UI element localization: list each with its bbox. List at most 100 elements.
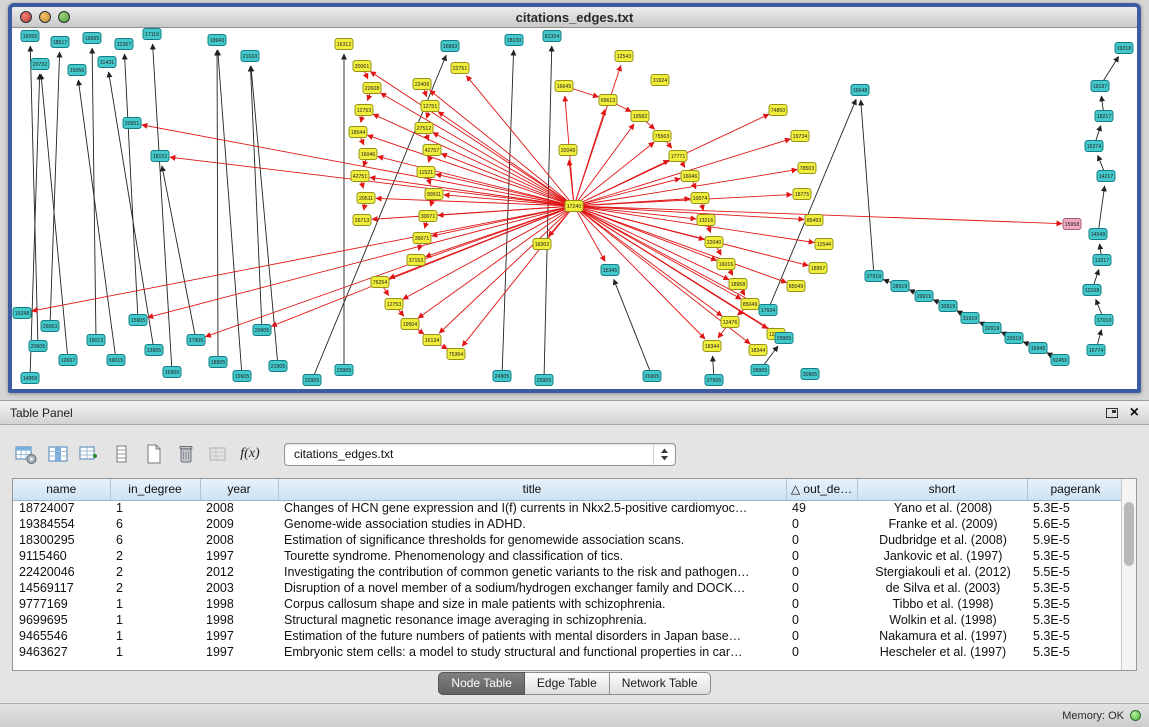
- graph-node[interactable]: 25905: [535, 375, 553, 386]
- graph-node[interactable]: 31919: [961, 313, 979, 324]
- float-panel-icon[interactable]: [1106, 408, 1118, 418]
- graph-edge[interactable]: [462, 206, 574, 346]
- cell[interactable]: 2008: [200, 532, 278, 548]
- cell[interactable]: 5.3E-5: [1027, 596, 1124, 612]
- table-row[interactable]: 911546021997Tourette syndrome. Phenomeno…: [13, 548, 1124, 564]
- graph-node[interactable]: 16905: [163, 367, 181, 378]
- graph-node[interactable]: 16274: [1085, 141, 1103, 152]
- graph-node[interactable]: 92450: [1051, 355, 1069, 366]
- cell[interactable]: Jankovic et al. (1997): [857, 548, 1027, 564]
- cell[interactable]: 0: [786, 516, 857, 532]
- graph-node[interactable]: 27919: [865, 271, 883, 282]
- cell[interactable]: 2003: [200, 580, 278, 596]
- column-header-year[interactable]: year: [200, 479, 278, 500]
- graph-node[interactable]: 17010: [1095, 315, 1113, 326]
- graph-node[interactable]: 13217: [1093, 255, 1111, 266]
- graph-node[interactable]: 18544: [349, 127, 367, 138]
- cell[interactable]: 5.5E-5: [1027, 564, 1124, 580]
- graph-node[interactable]: 18905: [209, 357, 227, 368]
- graph-node[interactable]: 32919: [983, 323, 1001, 334]
- cell[interactable]: 1997: [200, 644, 278, 660]
- graph-node[interactable]: 19318: [1115, 43, 1133, 54]
- graph-edge[interactable]: [41, 74, 68, 360]
- cell[interactable]: 1998: [200, 596, 278, 612]
- tab-edge-table[interactable]: Edge Table: [525, 672, 610, 695]
- graph-node[interactable]: 24905: [493, 371, 511, 382]
- graph-edge[interactable]: [614, 279, 652, 376]
- cell[interactable]: 1: [110, 612, 200, 628]
- graph-node[interactable]: 18344: [749, 345, 767, 356]
- cell[interactable]: 9777169: [13, 596, 110, 612]
- graph-edge[interactable]: [30, 74, 40, 378]
- cell[interactable]: Structural magnetic resonance image aver…: [278, 612, 786, 628]
- graph-node[interactable]: 21610: [241, 51, 259, 62]
- graph-node[interactable]: 19582: [631, 111, 649, 122]
- graph-node[interactable]: 37153: [407, 255, 425, 266]
- graph-node[interactable]: 19137: [1091, 81, 1109, 92]
- graph-node[interactable]: 18957: [809, 263, 827, 274]
- row-list-icon[interactable]: [108, 440, 136, 468]
- cell[interactable]: 9699695: [13, 612, 110, 628]
- function-builder-icon[interactable]: f(x): [236, 440, 264, 468]
- graph-node[interactable]: 22905: [303, 375, 321, 386]
- table-row[interactable]: 1456911722003Disruption of a novel membe…: [13, 580, 1124, 596]
- graph-node[interactable]: 19565: [83, 33, 101, 44]
- cell[interactable]: Dudbridge et al. (2008): [857, 532, 1027, 548]
- graph-edge[interactable]: [78, 80, 116, 360]
- table-row[interactable]: 946554611997Estimation of the future num…: [13, 628, 1124, 644]
- graph-node[interactable]: 16893: [441, 41, 459, 52]
- cell[interactable]: 0: [786, 628, 857, 644]
- cell[interactable]: Estimation of significance thresholds fo…: [278, 532, 786, 548]
- cell[interactable]: de Silva et al. (2003): [857, 580, 1027, 596]
- graph-node[interactable]: 19504: [401, 319, 419, 330]
- graph-edge[interactable]: [466, 76, 574, 206]
- graph-node[interactable]: 29905: [775, 333, 793, 344]
- graph-node[interactable]: 15958: [1063, 219, 1081, 230]
- graph-edge[interactable]: [569, 160, 574, 206]
- graph-edge[interactable]: [153, 44, 172, 372]
- graph-node[interactable]: 30071: [419, 211, 437, 222]
- cell[interactable]: Embryonic stem cells: a model to study s…: [278, 644, 786, 660]
- graph-edge[interactable]: [502, 50, 514, 376]
- cell[interactable]: 9465546: [13, 628, 110, 644]
- graph-edge[interactable]: [109, 72, 154, 350]
- cell[interactable]: 1997: [200, 548, 278, 564]
- cell[interactable]: 6: [110, 516, 200, 532]
- table-scrollbar-thumb[interactable]: [1124, 502, 1134, 566]
- cell[interactable]: 18300295: [13, 532, 110, 548]
- graph-node[interactable]: 15345: [601, 265, 619, 276]
- cell[interactable]: 5.3E-5: [1027, 644, 1124, 660]
- graph-node[interactable]: 16645: [555, 81, 573, 92]
- cell[interactable]: 0: [786, 644, 857, 660]
- graph-node[interactable]: 10074: [691, 193, 709, 204]
- window-titlebar[interactable]: citations_edges.txt: [12, 7, 1137, 28]
- graph-edge[interactable]: [574, 206, 741, 299]
- close-panel-icon[interactable]: ×: [1130, 406, 1139, 420]
- cell[interactable]: 0: [786, 532, 857, 548]
- cell[interactable]: 1: [110, 644, 200, 660]
- graph-node[interactable]: 85049: [787, 281, 805, 292]
- graph-node[interactable]: 20905: [253, 325, 271, 336]
- graph-node[interactable]: 27905: [705, 375, 723, 386]
- graph-node[interactable]: 26905: [643, 371, 661, 382]
- graph-node[interactable]: 16945: [1029, 343, 1047, 354]
- graph-node[interactable]: 13216: [697, 215, 715, 226]
- graph-node[interactable]: 74850: [769, 105, 787, 116]
- graph-node[interactable]: 18344: [703, 341, 721, 352]
- cell[interactable]: 1997: [200, 628, 278, 644]
- graph-node[interactable]: 18217: [1095, 111, 1113, 122]
- graph-node[interactable]: 81304: [543, 31, 561, 42]
- table-scrollbar[interactable]: [1121, 479, 1136, 670]
- table-row[interactable]: 2242004622012Investigating the contribut…: [13, 564, 1124, 580]
- graph-edge[interactable]: [768, 99, 856, 310]
- graph-node[interactable]: 14549: [1089, 229, 1107, 240]
- graph-node[interactable]: 16016: [717, 259, 735, 270]
- graph-edge[interactable]: [162, 166, 196, 340]
- cell[interactable]: 0: [786, 564, 857, 580]
- cell[interactable]: 19384554: [13, 516, 110, 532]
- graph-node[interactable]: 20605: [29, 341, 47, 352]
- graph-node[interactable]: 20511: [357, 193, 375, 204]
- graph-node[interactable]: 12543: [615, 51, 633, 62]
- cell[interactable]: Changes of HCN gene expression and I(f) …: [278, 500, 786, 516]
- cell[interactable]: 5.3E-5: [1027, 500, 1124, 516]
